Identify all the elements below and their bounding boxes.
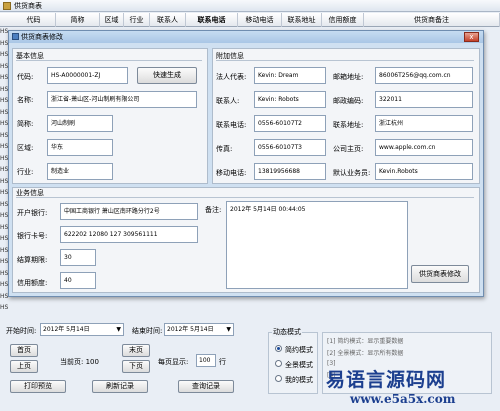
- app-icon: [3, 2, 11, 10]
- legal-rep-label: 法人代表:: [216, 73, 247, 81]
- submit-edit-button[interactable]: 供货商表修改: [411, 265, 469, 283]
- mode-custom-radio[interactable]: [275, 375, 282, 382]
- mode-group-heading: 动态模式: [272, 327, 302, 337]
- dialog-icon: [12, 33, 19, 40]
- settle-days-label: 结算期限:: [17, 256, 48, 264]
- start-time-label: 开始时间:: [6, 327, 37, 335]
- address-field[interactable]: 浙江杭州: [375, 115, 473, 132]
- bank-label: 开户银行:: [17, 209, 48, 217]
- col-header-address[interactable]: 联系地址: [282, 13, 322, 27]
- legal-rep-field[interactable]: Kevin: Dream: [254, 67, 326, 84]
- dialog-title: 供货商表修改: [21, 33, 63, 41]
- dialog-titlebar: 供货商表修改 x: [9, 31, 483, 43]
- mode-custom-label: 我的模式: [285, 376, 313, 384]
- print-preview-button[interactable]: 打印预览: [10, 380, 66, 393]
- start-date-picker[interactable]: 2012年 5月14日 ▼: [40, 323, 124, 336]
- credit-label: 信用额度:: [17, 279, 48, 287]
- start-date-value: 2012年 5月14日: [43, 326, 90, 333]
- current-page-label: 当前页: 100: [60, 358, 99, 366]
- prev-page-button[interactable]: 上页: [10, 360, 38, 373]
- end-time-label: 结束时间:: [132, 327, 163, 335]
- region-field[interactable]: 华东: [47, 139, 113, 156]
- query-button[interactable]: 查询记录: [178, 380, 234, 393]
- industry-field[interactable]: 制造业: [47, 163, 113, 180]
- mode-simple-label: 简约模式: [285, 346, 313, 354]
- zip-field[interactable]: 322011: [375, 91, 473, 108]
- col-header-contact[interactable]: 联系人: [150, 13, 186, 27]
- industry-label: 行业:: [17, 168, 34, 176]
- chevron-down-icon[interactable]: ▼: [116, 324, 121, 335]
- mode-full-radio[interactable]: [275, 360, 282, 367]
- homepage-label: 公司主页:: [333, 145, 364, 153]
- homepage-field[interactable]: www.apple.com.cn: [375, 139, 473, 156]
- watermark-logo: 易语言源码网: [326, 369, 447, 391]
- refresh-button[interactable]: 刷新记录: [92, 380, 148, 393]
- mode-simple-radio[interactable]: [275, 345, 282, 352]
- credit-field[interactable]: 40: [60, 272, 96, 289]
- name-label: 名称:: [17, 96, 34, 104]
- short-name-label: 简称:: [17, 120, 34, 128]
- fax-label: 传真:: [216, 145, 233, 153]
- col-header-short[interactable]: 简称: [56, 13, 100, 27]
- zip-label: 邮政编码:: [333, 97, 364, 105]
- bank-field[interactable]: 中国工商银行 萧山区南环路分行2号: [60, 203, 198, 220]
- watermark-url: www.e5a5x.com: [350, 392, 456, 406]
- settle-days-field[interactable]: 30: [60, 249, 96, 266]
- per-page-unit: 行: [219, 358, 226, 366]
- divider: [16, 197, 474, 198]
- mode-note-1: [1] 简约模式：显示重要数据: [327, 338, 404, 345]
- mode-full-label: 全景模式: [285, 361, 313, 369]
- short-name-field[interactable]: 河山制刷: [47, 115, 113, 132]
- email-label: 邮箱地址:: [333, 73, 364, 81]
- contact-field[interactable]: Kevin: Robots: [254, 91, 326, 108]
- phone-label: 联系电话:: [216, 121, 247, 129]
- generate-code-button[interactable]: 快速生成: [137, 67, 197, 84]
- remark-textarea[interactable]: 2012年 5月14日 00:44:05: [226, 201, 408, 289]
- per-page-label: 每页显示:: [158, 358, 189, 366]
- col-header-mobile[interactable]: 移动电话: [238, 13, 282, 27]
- remark-label: 备注:: [205, 206, 222, 214]
- end-date-picker[interactable]: 2012年 5月14日 ▼: [164, 323, 234, 336]
- per-page-input[interactable]: 100: [196, 354, 216, 367]
- end-date-value: 2012年 5月14日: [167, 326, 214, 333]
- code-label: 代码:: [17, 73, 34, 81]
- col-header-credit[interactable]: 信用额度: [322, 13, 364, 27]
- name-field[interactable]: 浙江省-萧山区-河山制刷有限公司: [47, 91, 197, 108]
- first-page-button[interactable]: 首页: [10, 344, 38, 357]
- email-field[interactable]: 86006T256@qq.com.cn: [375, 67, 473, 84]
- close-icon[interactable]: x: [464, 32, 479, 42]
- phone-field[interactable]: 0556-60107T2: [254, 115, 326, 132]
- col-header-region[interactable]: 区域: [100, 13, 124, 27]
- last-page-button[interactable]: 末页: [122, 344, 150, 357]
- code-field[interactable]: HS-A0000001-ZJ: [47, 67, 128, 84]
- edit-dialog: 供货商表修改 x 基本信息 代码: HS-A0000001-ZJ 快速生成 名称…: [8, 30, 484, 297]
- fax-field[interactable]: 0556-60107T3: [254, 139, 326, 156]
- next-page-button[interactable]: 下页: [122, 360, 150, 373]
- chevron-down-icon[interactable]: ▼: [226, 324, 231, 335]
- mobile-field[interactable]: 13819956688: [254, 163, 326, 180]
- region-label: 区域:: [17, 144, 34, 152]
- card-field[interactable]: 622202 12080 127 309561111: [60, 226, 198, 243]
- address-label: 联系地址:: [333, 121, 364, 129]
- divider: [16, 60, 202, 61]
- parent-title: 供货商表: [14, 2, 42, 10]
- grid-header: 代码 简称 区域 行业 联系人 联系电话 移动电话 联系地址 信用额度 供货商备…: [0, 13, 500, 27]
- mobile-label: 移动电话:: [216, 169, 247, 177]
- contact-label: 联系人:: [216, 97, 240, 105]
- salesperson-label: 默认业务员:: [333, 169, 371, 177]
- mode-note-2: [2] 全景模式：显示所有数据: [327, 350, 404, 357]
- card-label: 银行卡号:: [17, 232, 48, 240]
- col-header-code[interactable]: 代码: [12, 13, 56, 27]
- grid-row-stub[interactable]: HS: [0, 304, 12, 313]
- divider: [216, 60, 474, 61]
- col-header-phone[interactable]: 联系电话: [186, 13, 238, 27]
- parent-titlebar: 供货商表: [0, 0, 500, 12]
- salesperson-field[interactable]: Kevin.Robots: [375, 163, 473, 180]
- col-header-remark[interactable]: 供货商备注: [364, 13, 500, 27]
- col-header-industry[interactable]: 行业: [124, 13, 150, 27]
